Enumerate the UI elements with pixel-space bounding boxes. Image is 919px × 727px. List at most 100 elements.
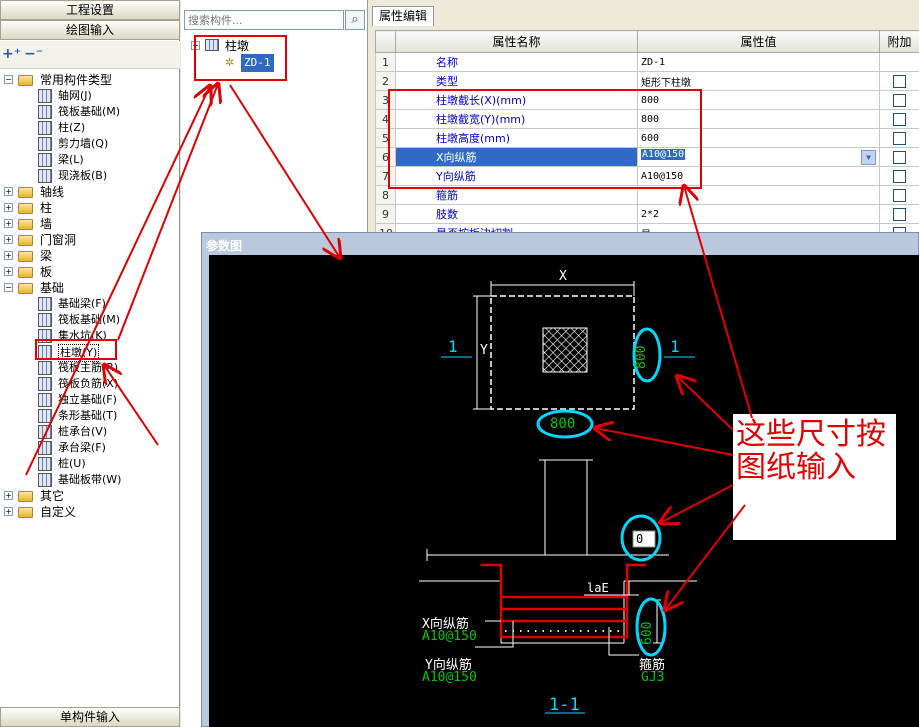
- collapse-toggle-icon[interactable]: −: [191, 41, 200, 50]
- attach-checkbox[interactable]: [893, 169, 906, 183]
- property-value-dropdown[interactable]: ▼ A10@150: [637, 147, 880, 167]
- expand-toggle-icon[interactable]: +: [4, 491, 13, 500]
- section-title: 1-1: [549, 695, 580, 715]
- tree-item-pile[interactable]: 桩(U): [0, 456, 178, 472]
- dim-x-label: X: [559, 269, 567, 284]
- expand-toggle-icon[interactable]: +: [4, 187, 13, 196]
- tree-item-foundation-strip[interactable]: 基础板带(W): [0, 472, 178, 488]
- tree-item-shear-wall[interactable]: 剪力墙(Q): [0, 136, 178, 152]
- column-icon: [38, 121, 52, 135]
- collapse-all-icon[interactable]: −⁻: [24, 46, 43, 62]
- expand-all-icon[interactable]: +⁺: [2, 46, 21, 62]
- tree-item-raft-neg-rebar[interactable]: 筏板负筋(X): [0, 376, 178, 392]
- attach-checkbox[interactable]: [893, 93, 906, 107]
- component-search-input[interactable]: [184, 10, 344, 30]
- tree-item-pile-cap[interactable]: 桩承台(V): [0, 424, 178, 440]
- tree-group-slab[interactable]: + 板: [0, 264, 178, 280]
- table-row[interactable]: 2 类型 矩形下柱墩: [375, 71, 919, 91]
- folder-icon: [18, 203, 33, 214]
- table-row[interactable]: 9 肢数 2*2: [375, 204, 919, 224]
- tree-item-raft-main-rebar[interactable]: 筏板主筋(R): [0, 360, 178, 376]
- expand-toggle-icon[interactable]: +: [4, 267, 13, 276]
- property-value-cell[interactable]: 2*2: [637, 204, 880, 224]
- cap-beam-icon: [38, 441, 52, 455]
- property-editor-panel: 属性编辑 属性名称 属性值 附加 1 名称 ZD-1 2 类型 矩形下柱墩 3 …: [369, 0, 919, 243]
- drawing-input-button[interactable]: 绘图输入: [0, 20, 180, 40]
- table-row[interactable]: 1 名称 ZD-1: [375, 52, 919, 72]
- table-row[interactable]: 6 X向纵筋 ▼ A10@150: [375, 147, 919, 167]
- tree-toolbar: +⁺ −⁻: [0, 41, 180, 69]
- beam-icon: [38, 153, 52, 167]
- tree-item-raft-foundation[interactable]: 筏板基础(M): [0, 312, 178, 328]
- column-header-value: 属性值: [637, 30, 880, 53]
- tree-item-slab[interactable]: 现浇板(B): [0, 168, 178, 184]
- single-component-input-button[interactable]: 单构件输入: [0, 707, 180, 727]
- table-row[interactable]: 3 柱墩截长(X)(mm) 800: [375, 90, 919, 110]
- property-value-cell[interactable]: 矩形下柱墩: [637, 71, 880, 91]
- tree-item-grid[interactable]: 轴网(J): [0, 88, 178, 104]
- tree-item-cap-beam[interactable]: 承台梁(F): [0, 440, 178, 456]
- table-row[interactable]: 7 Y向纵筋 A10@150: [375, 166, 919, 186]
- collapse-toggle-icon[interactable]: −: [4, 283, 13, 292]
- tree-group-axis[interactable]: + 轴线: [0, 184, 178, 200]
- expand-toggle-icon[interactable]: +: [4, 219, 13, 228]
- tree-item-strip-footing[interactable]: 条形基础(T): [0, 408, 178, 424]
- attach-checkbox[interactable]: [893, 131, 906, 145]
- attach-checkbox[interactable]: [893, 74, 906, 88]
- folder-icon: [18, 219, 33, 230]
- tree-group-opening[interactable]: + 门窗洞: [0, 232, 178, 248]
- table-row[interactable]: 5 柱墩高度(mm) 600: [375, 128, 919, 148]
- tree-group-column[interactable]: + 柱: [0, 200, 178, 216]
- column-header-name: 属性名称: [395, 30, 638, 53]
- tree-item-column-pier[interactable]: 柱墩(Y): [0, 344, 178, 362]
- chevron-down-icon[interactable]: ▼: [861, 150, 876, 165]
- expand-toggle-icon[interactable]: +: [4, 251, 13, 260]
- tree-group-common[interactable]: − 常用构件类型: [0, 72, 178, 88]
- dim-x-value: 800: [550, 416, 576, 432]
- search-icon[interactable]: ⌕: [345, 10, 365, 30]
- property-value-cell[interactable]: A10@150: [637, 166, 880, 186]
- property-value-cell[interactable]: 800: [637, 109, 880, 129]
- collapse-toggle-icon[interactable]: −: [4, 75, 13, 84]
- foundation-beam-icon: [38, 297, 52, 311]
- folder-icon: [18, 187, 33, 198]
- expand-toggle-icon[interactable]: +: [4, 235, 13, 244]
- property-value-cell[interactable]: [637, 185, 880, 205]
- grid-icon: [38, 89, 52, 103]
- property-value-cell[interactable]: ZD-1: [637, 52, 880, 72]
- tree-group-wall[interactable]: + 墙: [0, 216, 178, 232]
- tab-property-edit[interactable]: 属性编辑: [372, 6, 434, 26]
- attach-checkbox[interactable]: [893, 207, 906, 221]
- raft-foundation-icon: [38, 105, 52, 119]
- tree-item-raft[interactable]: 筏板基础(M): [0, 104, 178, 120]
- tree-group-foundation[interactable]: − 基础: [0, 280, 178, 296]
- tree-item-beam[interactable]: 梁(L): [0, 152, 178, 168]
- tree-item-sump-pit[interactable]: 集水坑(K): [0, 328, 178, 344]
- raft-negative-rebar-icon: [38, 377, 52, 391]
- reference-drawing-title: 参数图: [206, 239, 243, 253]
- tree-item-isolated-footing[interactable]: 独立基础(F): [0, 392, 178, 408]
- component-gear-icon: ✲: [225, 56, 235, 69]
- expand-toggle-icon[interactable]: +: [4, 507, 13, 516]
- table-row[interactable]: 8 箍筋: [375, 185, 919, 205]
- attach-checkbox[interactable]: [893, 188, 906, 202]
- folder-icon: [18, 235, 33, 246]
- tree-group-beam[interactable]: + 梁: [0, 248, 178, 264]
- expand-toggle-icon[interactable]: +: [4, 203, 13, 212]
- property-table: 属性名称 属性值 附加 1 名称 ZD-1 2 类型 矩形下柱墩 3 柱墩截长(…: [375, 30, 919, 243]
- tree-item-column[interactable]: 柱(Z): [0, 120, 178, 136]
- tree-group-others[interactable]: + 其它: [0, 488, 178, 504]
- project-settings-button[interactable]: 工程设置: [0, 0, 180, 20]
- tree-item-foundation-beam[interactable]: 基础梁(F): [0, 296, 178, 312]
- tree-group-custom[interactable]: + 自定义: [0, 504, 178, 520]
- attach-checkbox[interactable]: [893, 112, 906, 126]
- property-value-cell[interactable]: 600: [637, 128, 880, 148]
- raft-foundation-icon: [38, 313, 52, 327]
- attach-checkbox[interactable]: [893, 150, 906, 164]
- x-rebar-value: A10@150: [422, 629, 477, 644]
- property-value-cell[interactable]: 800: [637, 90, 880, 110]
- lae-label: laE: [587, 581, 609, 595]
- folder-open-icon: [18, 283, 33, 294]
- table-row[interactable]: 4 柱墩截宽(Y)(mm) 800: [375, 109, 919, 129]
- column-header-number: [375, 30, 396, 53]
